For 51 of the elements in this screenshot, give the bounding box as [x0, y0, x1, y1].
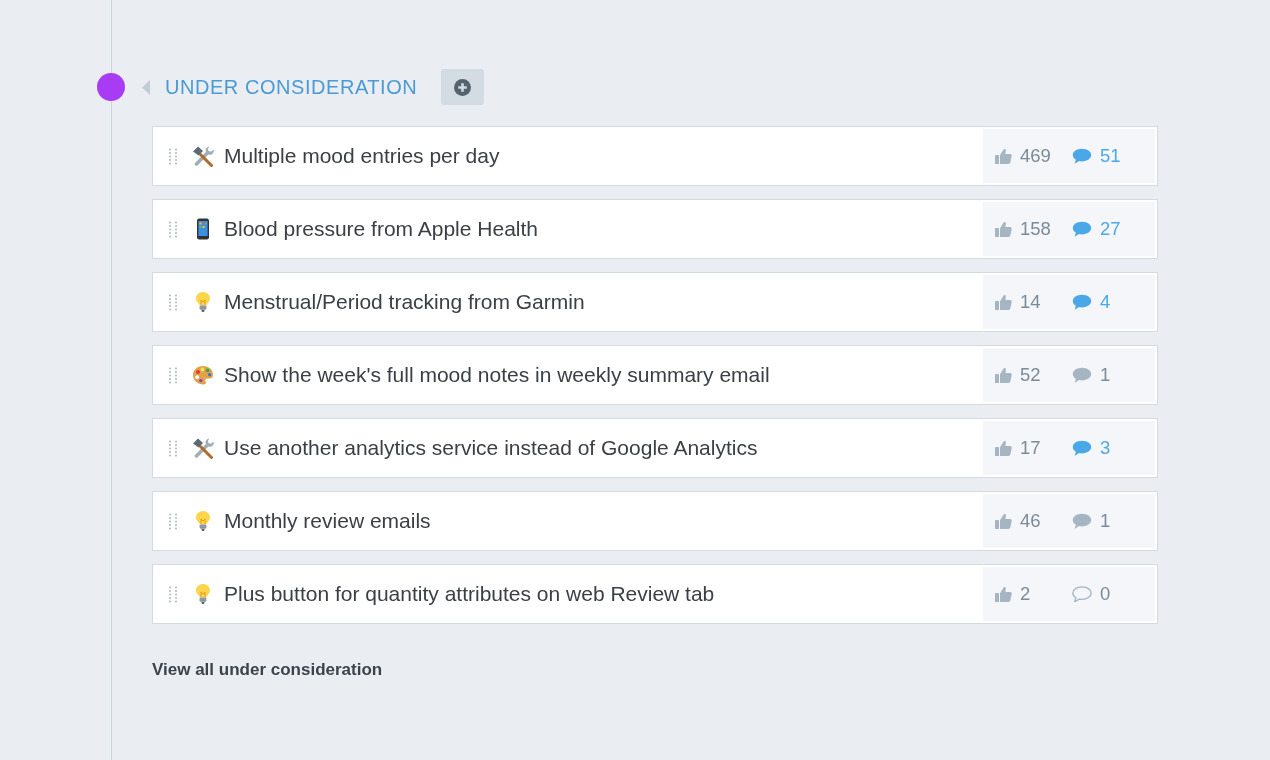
comment-count: 4: [1100, 290, 1111, 314]
hammer-and-wrench-icon: [192, 437, 214, 459]
comment-count: 1: [1100, 509, 1111, 533]
thumbs-up-icon[interactable]: [995, 440, 1012, 456]
drag-handle-icon[interactable]: [168, 366, 178, 384]
idea-card[interactable]: Use another analytics service instead of Google Analytics 17 3: [152, 418, 1158, 478]
vote-count: 158: [1020, 217, 1051, 241]
idea-card[interactable]: Menstrual/Period tracking from Garmin 14 4: [152, 272, 1158, 332]
caret-icon[interactable]: [142, 79, 150, 95]
comment-count: 51: [1100, 144, 1121, 168]
idea-card[interactable]: Blood pressure from Apple Health 158 27: [152, 199, 1158, 259]
idea-title: Monthly review emails: [224, 508, 431, 534]
drag-handle-icon[interactable]: [168, 147, 178, 165]
drag-handle-icon[interactable]: [168, 512, 178, 530]
thumbs-up-icon[interactable]: [995, 586, 1012, 602]
idea-title: Multiple mood entries per day: [224, 143, 500, 169]
add-button[interactable]: [441, 69, 485, 105]
vote-count: 469: [1020, 144, 1051, 168]
idea-card[interactable]: Plus button for quantity attributes on web Review tab 2 0: [152, 564, 1158, 624]
comment-count: 0: [1100, 582, 1111, 606]
idea-title: Show the week's full mood notes in weekly summary email: [224, 362, 770, 388]
idea-title: Menstrual/Period tracking from Garmin: [224, 289, 585, 315]
vote-count: 14: [1020, 290, 1041, 314]
idea-title: Plus button for quantity attributes on web Review tab: [224, 581, 715, 607]
comment-count: 27: [1100, 217, 1121, 241]
vote-count: 46: [1020, 509, 1041, 533]
section-title: UNDER CONSIDERATION: [165, 77, 418, 97]
vote-count: 17: [1020, 436, 1041, 460]
vote-count: 52: [1020, 363, 1041, 387]
comment-count: 1: [1100, 363, 1111, 387]
drag-handle-icon[interactable]: [168, 585, 178, 603]
idea-card[interactable]: Monthly review emails 46 1: [152, 491, 1158, 551]
idea-card[interactable]: Show the week's full mood notes in weekly summary email 52 1: [152, 345, 1158, 405]
view-all-link[interactable]: View all under consideration: [152, 657, 383, 683]
thumbs-up-icon[interactable]: [995, 367, 1012, 383]
palette-icon: [192, 364, 214, 386]
drag-handle-icon[interactable]: [168, 293, 178, 311]
hammer-and-wrench-icon: [192, 145, 214, 167]
drag-handle-icon[interactable]: [168, 439, 178, 457]
drag-handle-icon[interactable]: [168, 220, 178, 238]
status-dot-icon: [97, 73, 125, 101]
thumbs-up-icon[interactable]: [995, 148, 1012, 164]
plus-circle-icon: [454, 78, 472, 96]
vote-count: 2: [1020, 582, 1031, 606]
thumbs-up-icon[interactable]: [995, 294, 1012, 310]
idea-card[interactable]: Multiple mood entries per day 469 51: [152, 126, 1158, 186]
thumbs-up-icon[interactable]: [995, 221, 1012, 237]
idea-title: Blood pressure from Apple Health: [224, 216, 538, 242]
thumbs-up-icon[interactable]: [995, 513, 1012, 529]
comment-count: 3: [1100, 436, 1111, 460]
idea-title: Use another analytics service instead of Google Analytics: [224, 435, 758, 461]
